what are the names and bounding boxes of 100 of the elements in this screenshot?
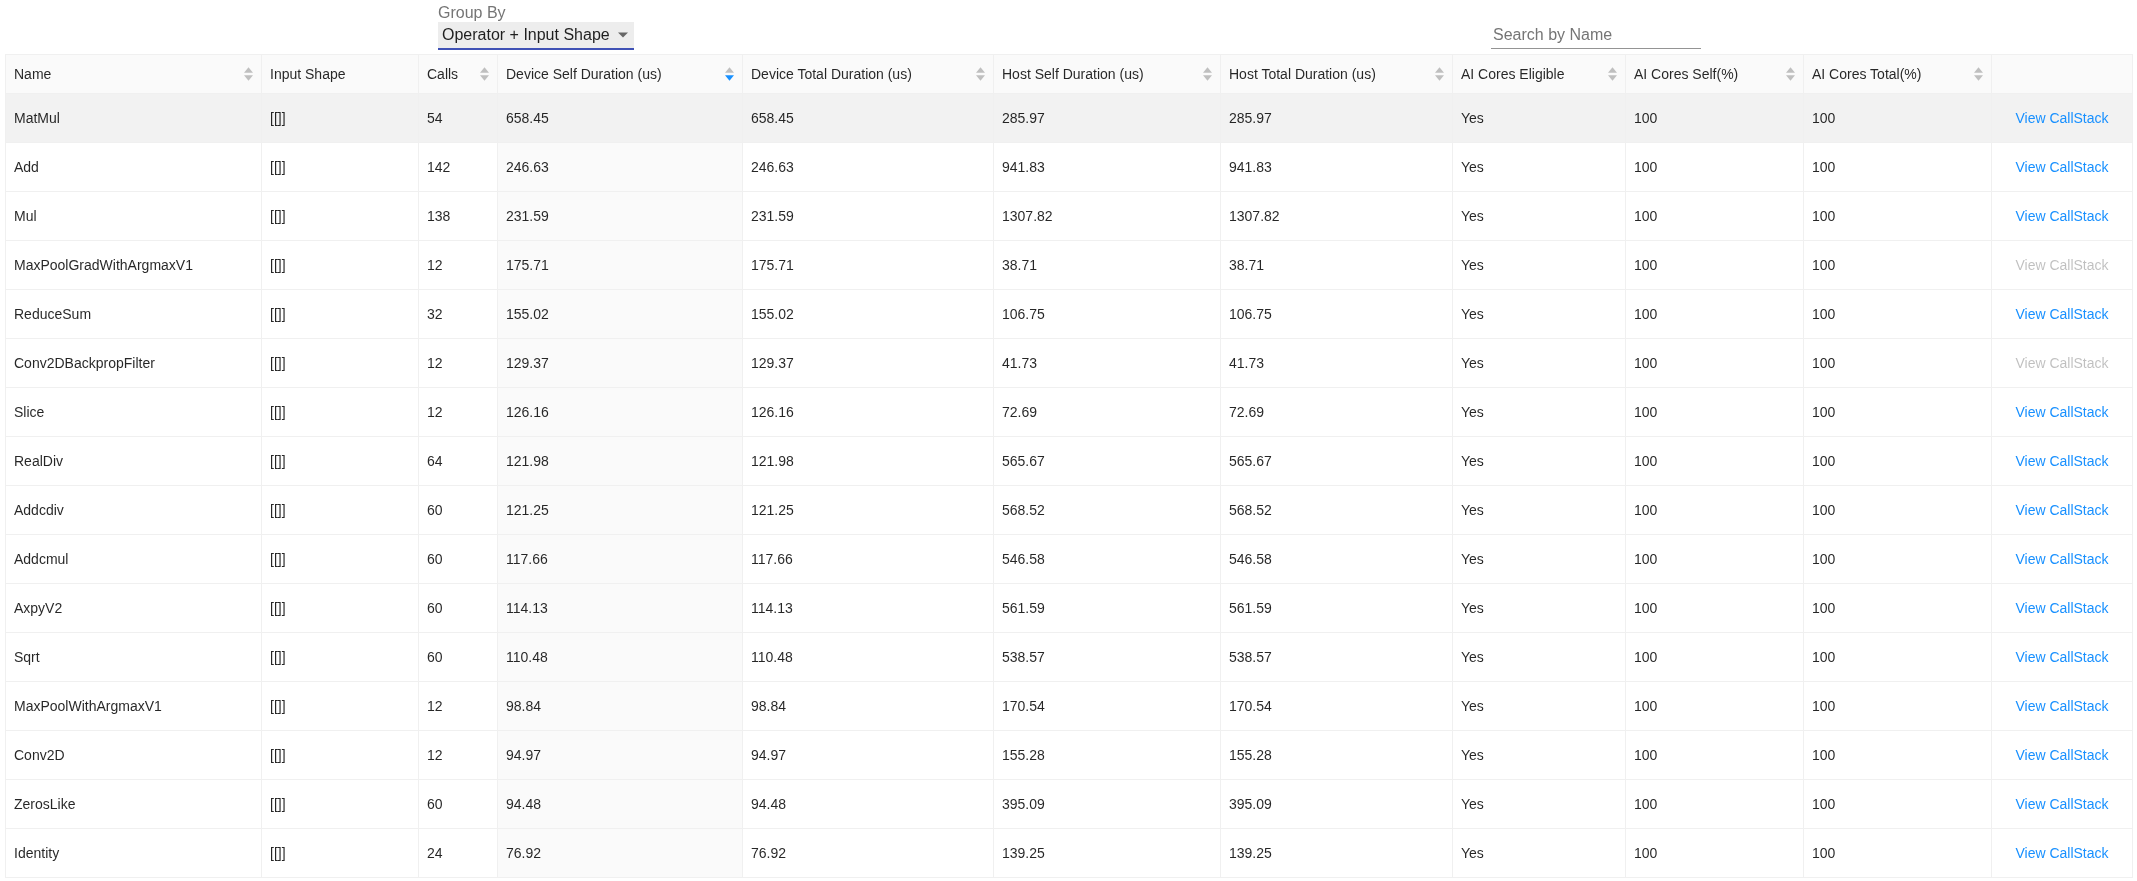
table-cell: 60 <box>427 600 443 616</box>
table-cell: [[]] <box>270 600 286 616</box>
table-cell: Add <box>14 159 39 175</box>
table-cell: 100 <box>1812 355 1836 371</box>
sort-icon[interactable] <box>1974 67 1983 81</box>
table-cell: 246.63 <box>506 159 549 175</box>
table-cell: Yes <box>1461 306 1484 322</box>
column-header[interactable]: Input Shape <box>270 66 346 82</box>
table-cell: Yes <box>1461 355 1484 371</box>
table-cell: 100 <box>1634 159 1658 175</box>
table-cell: 138 <box>427 208 451 224</box>
table-cell: 100 <box>1812 698 1836 714</box>
view-callstack-link[interactable]: View CallStack <box>2000 159 2124 175</box>
table-cell: 100 <box>1812 502 1836 518</box>
table-cell: 121.25 <box>751 502 794 518</box>
view-callstack-link[interactable]: View CallStack <box>2000 404 2124 420</box>
table-cell: [[]] <box>270 649 286 665</box>
table-cell: Addcdiv <box>14 502 64 518</box>
sort-icon[interactable] <box>1608 67 1617 81</box>
view-callstack-link[interactable]: View CallStack <box>2000 453 2124 469</box>
table-cell: Mul <box>14 208 37 224</box>
table-cell: Yes <box>1461 404 1484 420</box>
table-cell: [[]] <box>270 453 286 469</box>
table-cell: Yes <box>1461 208 1484 224</box>
table-cell: 565.67 <box>1229 453 1272 469</box>
column-header[interactable]: Name <box>14 66 52 82</box>
view-callstack-link[interactable]: View CallStack <box>2000 306 2124 322</box>
table-cell: 395.09 <box>1002 796 1045 812</box>
table-cell: 60 <box>427 551 443 567</box>
view-callstack-link[interactable]: View CallStack <box>2000 796 2124 812</box>
table-cell: 100 <box>1634 306 1658 322</box>
sort-icon[interactable] <box>725 67 734 81</box>
table-cell: 568.52 <box>1229 502 1272 518</box>
table-cell: 142 <box>427 159 451 175</box>
table-cell: 64 <box>427 453 443 469</box>
sort-icon[interactable] <box>1203 67 1212 81</box>
table-cell: 38.71 <box>1002 257 1038 273</box>
table-cell: 100 <box>1634 845 1658 861</box>
view-callstack-link[interactable]: View CallStack <box>2000 649 2124 665</box>
view-callstack-link[interactable]: View CallStack <box>2000 600 2124 616</box>
table-cell: 395.09 <box>1229 796 1272 812</box>
column-header[interactable]: Calls <box>427 66 459 82</box>
view-callstack-link[interactable]: View CallStack <box>2000 551 2124 567</box>
sort-icon[interactable] <box>480 67 489 81</box>
table-cell: 100 <box>1812 257 1836 273</box>
table-cell: Identity <box>14 845 60 861</box>
table-cell: 561.59 <box>1229 600 1272 616</box>
table-cell: 100 <box>1812 845 1836 861</box>
table-cell: [[]] <box>270 796 286 812</box>
group-by-label: Group By <box>438 4 507 22</box>
table-cell: 100 <box>1812 110 1836 126</box>
view-callstack-link[interactable]: View CallStack <box>2000 698 2124 714</box>
table-cell: 100 <box>1634 551 1658 567</box>
table-cell: 60 <box>427 502 443 518</box>
table-cell: 121.98 <box>506 453 549 469</box>
sort-icon[interactable] <box>1435 67 1444 81</box>
table-cell: 126.16 <box>506 404 549 420</box>
table-cell: 546.58 <box>1229 551 1272 567</box>
table-cell: 114.13 <box>506 600 548 616</box>
view-callstack-link[interactable]: View CallStack <box>2000 208 2124 224</box>
table-cell: 1307.82 <box>1002 208 1053 224</box>
table-cell: 129.37 <box>506 355 549 371</box>
table-cell: AxpyV2 <box>14 600 63 616</box>
table-cell: [[]] <box>270 306 286 322</box>
table-cell: 24 <box>427 845 443 861</box>
table-cell: 12 <box>427 355 443 371</box>
table-cell: 117.66 <box>751 551 793 567</box>
view-callstack-link[interactable]: View CallStack <box>2000 845 2124 861</box>
table-cell: 100 <box>1812 306 1836 322</box>
table-cell: 100 <box>1634 649 1658 665</box>
table-cell: 129.37 <box>751 355 794 371</box>
table-cell: [[]] <box>270 110 286 126</box>
table-cell: 98.84 <box>506 698 542 714</box>
table-cell: 100 <box>1812 649 1836 665</box>
table-cell: 175.71 <box>506 257 549 273</box>
sort-icon[interactable] <box>976 67 985 81</box>
table-cell: [[]] <box>270 355 286 371</box>
table-cell: 60 <box>427 796 443 812</box>
table-cell: 121.98 <box>751 453 794 469</box>
table-cell: 94.97 <box>506 747 542 763</box>
table-cell: 60 <box>427 649 443 665</box>
table-cell: 54 <box>427 110 443 126</box>
table-cell: [[]] <box>270 404 286 420</box>
table-cell: 538.57 <box>1229 649 1272 665</box>
table-cell: 100 <box>1812 747 1836 763</box>
view-callstack-link[interactable]: View CallStack <box>2000 747 2124 763</box>
group-by-select[interactable]: Operator + Input Shape <box>438 22 634 50</box>
table-cell: 38.71 <box>1229 257 1265 273</box>
table-cell: 100 <box>1812 453 1836 469</box>
sort-icon[interactable] <box>1786 67 1795 81</box>
table-cell: 100 <box>1634 796 1658 812</box>
table-cell: [[]] <box>270 698 286 714</box>
sort-icon[interactable] <box>244 67 253 81</box>
table-cell: 12 <box>427 257 443 273</box>
table-cell: [[]] <box>270 551 286 567</box>
table-cell: 94.48 <box>751 796 787 812</box>
table-cell: 106.75 <box>1002 306 1045 322</box>
table-cell: 246.63 <box>751 159 794 175</box>
view-callstack-link[interactable]: View CallStack <box>2000 502 2124 518</box>
view-callstack-link[interactable]: View CallStack <box>2000 110 2124 126</box>
